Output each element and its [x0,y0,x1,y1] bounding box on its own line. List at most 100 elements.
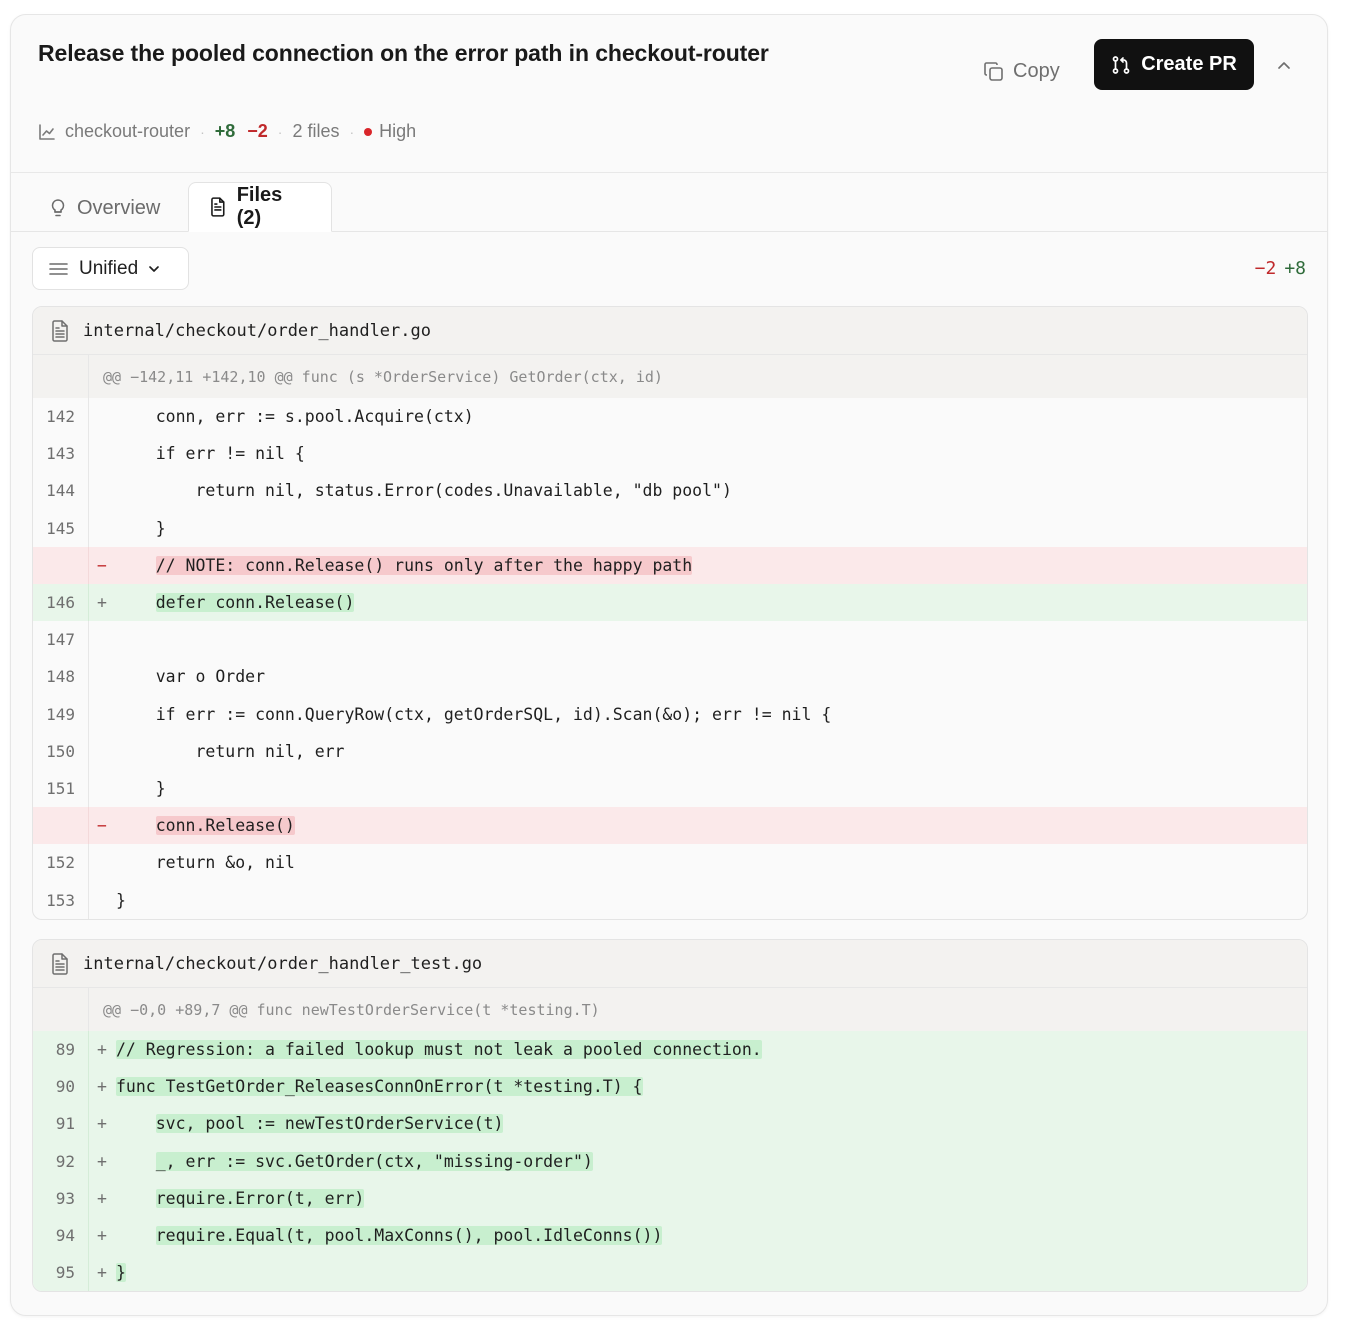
separator-dot: · [200,123,205,140]
diff-line-added: 89 + // Regression: a failed lookup must n… [33,1031,1307,1069]
tab-files[interactable]: Files (2) [188,182,332,232]
diff-line-context: 151 } [33,769,1307,808]
file-icon [52,319,68,342]
severity-label: High [379,121,417,141]
file-text-icon [211,197,225,217]
diff-line-context: 142 conn, err := s.pool.Acquire(ctx) [33,398,1307,436]
tab-bar: Overview Files (2) [11,173,1327,232]
copy-button[interactable]: Copy [983,51,1060,91]
suggestion-card: Release the pooled connection on the err… [10,14,1328,1316]
diff-line-context: 153} [33,881,1307,919]
line-number: 147 [33,621,89,659]
repo-name: checkout-router [65,121,191,141]
meta-row: checkout-router · +8 −2 · 2 files · High [38,121,416,142]
tab-overview[interactable]: Overview [29,183,180,233]
file-icon [52,952,68,975]
diff-line-added: 90 + func TestGetOrder_ReleasesConnOnError… [33,1068,1307,1106]
code-cell: var o Order [116,667,265,686]
code-text: } [155,518,166,538]
code-text: require.Equal(t, pool.MaxConns(), pool.I… [155,1226,663,1246]
chart-line-icon [38,123,56,141]
code-text: _, err := svc.GetOrder(ctx, "missing-ord… [155,1151,593,1171]
diff-line-added: 91 + svc, pool := newTestOrderService(t) [33,1105,1307,1143]
diff-line-deleted: − conn.Release() [33,807,1307,845]
line-number: 146 [33,583,89,622]
card-header: Release the pooled connection on the err… [11,15,1327,173]
code-cell: return nil, status.Error(codes.Unavailab… [116,481,732,501]
code-cell: // NOTE: conn.Release() runs only after … [116,555,693,575]
tab-files-label: Files (2) [236,184,283,229]
file-path: internal/checkout/order_handler_test.go [83,953,483,974]
line-number: 91 [33,1105,89,1143]
code-text: if err := conn.QueryRow(ctx, getOrderSQL… [155,704,832,724]
menu-icon [49,262,68,275]
code-cell: require.Error(t, err) [116,1188,365,1208]
code-text: } [155,778,166,798]
line-number [33,807,89,845]
line-number: 94 [33,1216,89,1255]
code-text: return nil, status.Error(codes.Unavailab… [195,481,732,501]
collapse-button[interactable] [1273,55,1295,77]
diff-line-context: 145 } [33,509,1307,547]
line-number: 92 [33,1142,89,1180]
diff-line-added: 146 + defer conn.Release() [33,583,1307,622]
code-text: conn.Release() [155,816,295,836]
code-cell: svc, pool := newTestOrderService(t) [116,1114,504,1134]
diff-sign: + [97,1226,107,1246]
code-cell: return nil, err [116,742,344,761]
code-text: return &o, nil [155,853,295,873]
diff-line-added: 95 +} [33,1254,1307,1292]
diff-sign: + [97,1077,107,1097]
create-pr-button[interactable]: Create PR [1094,39,1254,90]
code-cell: return &o, nil [116,853,295,872]
code-text: defer conn.Release() [155,593,355,613]
file-header[interactable]: internal/checkout/order_handler_test.go [33,940,1307,988]
hunk-header-text: @@ −142,11 +142,10 @@ func (s *OrderServ… [103,367,663,386]
line-number: 95 [33,1254,89,1292]
line-number: 152 [33,844,89,882]
copy-icon [984,61,1003,81]
code-cell: defer conn.Release() [116,593,355,613]
page-title: Release the pooled connection on the err… [38,40,769,66]
code-cell: conn, err := s.pool.Acquire(ctx) [116,407,474,426]
file-header[interactable]: internal/checkout/order_handler.go [33,307,1307,355]
line-number: 143 [33,435,89,473]
diff-sign: + [97,1188,107,1208]
line-number: 149 [33,695,89,733]
diff-line-context: 144 return nil, status.Error(codes.Unava… [33,472,1307,510]
line-number: 144 [33,472,89,510]
file-diff: internal/checkout/order_handler_test.go … [32,939,1308,1293]
diff-line-context: 148 var o Order [33,658,1307,696]
code-text: conn, err := s.pool.Acquire(ctx) [155,407,474,427]
deletions-count: −2 [247,121,268,141]
code-cell: // Regression: a failed lookup must not … [116,1040,762,1060]
view-mode-select[interactable]: Unified [32,247,189,290]
files-count: 2 files [292,121,340,141]
line-number [33,546,89,584]
diff-line-added: 94 + require.Equal(t, pool.MaxConns(), po… [33,1216,1307,1255]
diff-toolbar: Unified −2 +8 [11,232,1327,305]
line-number: 151 [33,769,89,808]
code-cell: } [116,779,166,798]
diff-sign: + [97,1040,107,1060]
diff-line-context: 149 if err := conn.QueryRow(ctx, getOrde… [33,695,1307,733]
code-cell: require.Equal(t, pool.MaxConns(), pool.I… [116,1226,663,1246]
diff-sign: − [97,555,107,575]
line-number: 93 [33,1179,89,1217]
diff-line-deleted: − // NOTE: conn.Release() runs only afte… [33,546,1307,584]
diff-line-context: 150 return nil, err [33,732,1307,770]
line-number: 153 [33,881,89,919]
code-cell: if err := conn.QueryRow(ctx, getOrderSQL… [116,704,832,724]
git-pull-request-icon [1112,55,1130,74]
code-text: require.Error(t, err) [155,1188,365,1208]
